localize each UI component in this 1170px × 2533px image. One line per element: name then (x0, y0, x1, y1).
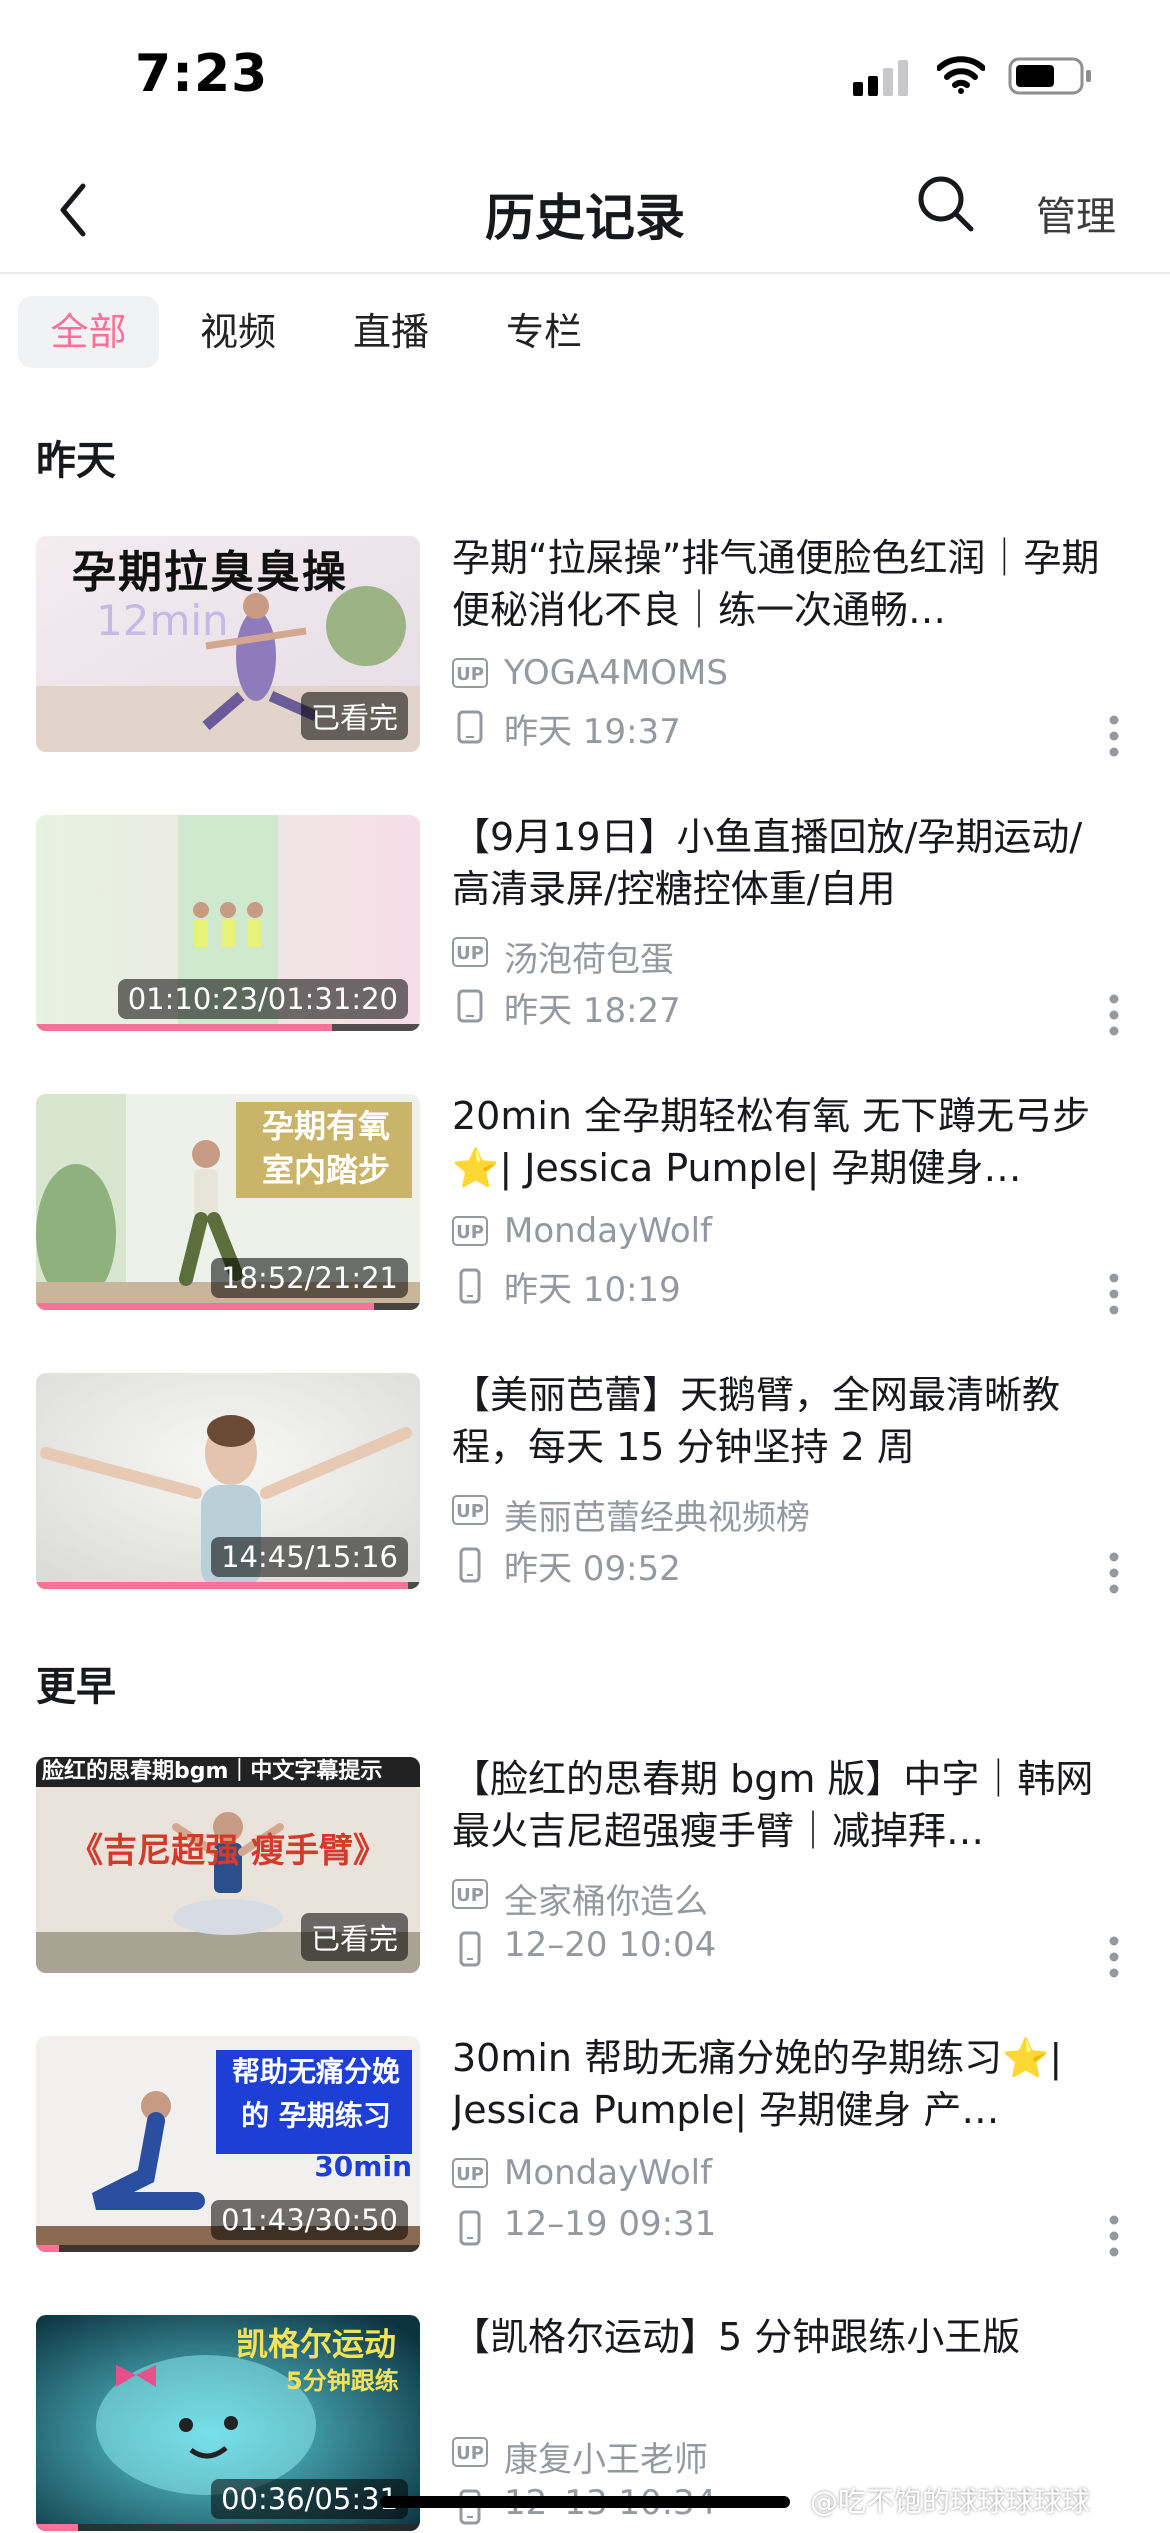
uploader-name: YOGA4MOMS (504, 653, 728, 693)
video-title[interactable]: 20min 全孕期轻松有氧 无下蹲无弓步⭐| Jessica Pumple| 孕… (452, 1090, 1117, 1194)
uploader-name: MondayWolf (504, 1211, 713, 1251)
page-title: 历史记录 (485, 189, 685, 247)
thumbnail-subcaption: 30min (314, 2150, 412, 2183)
history-item[interactable]: 01:10:23/01:31:20 【9月19日】小鱼直播回放/孕期运动/高清录… (0, 815, 1170, 1036)
section-title-yesterday: 昨天 (36, 438, 116, 484)
progress-bar (36, 2245, 420, 2252)
video-title[interactable]: 【脸红的思春期 bgm 版】中字｜韩网最火吉尼超强瘦手臂｜减掉拜… (452, 1753, 1117, 1857)
phone-icon (459, 1268, 481, 1304)
more-options-icon[interactable] (1108, 714, 1120, 758)
watch-time: 昨天 18:27 (504, 991, 681, 1031)
thumbnail-subcaption: 5分钟跟练 (286, 2367, 399, 2395)
watch-time: 昨天 19:37 (504, 712, 681, 752)
phone-icon (459, 1547, 481, 1583)
history-item[interactable]: 脸红的思春期bgm｜中文字幕提示 《吉尼超强 瘦手臂》 已看完 【脸红的思春期 … (0, 1757, 1170, 1978)
phone-icon (459, 2210, 481, 2246)
history-item[interactable]: 孕期有氧 室内踏步 18:52/21:21 20min 全孕期轻松有氧 无下蹲无… (0, 1094, 1170, 1315)
progress-time-badge: 01:43/30:50 (211, 2200, 408, 2240)
up-badge-icon: UP (452, 1879, 488, 1909)
up-badge-icon: UP (452, 1495, 488, 1525)
cellular-signal-icon (853, 60, 908, 96)
more-options-icon[interactable] (1108, 1551, 1120, 1595)
battery-icon (1008, 57, 1091, 95)
video-title[interactable]: 30min 帮助无痛分娩的孕期练习⭐| Jessica Pumple| 孕期健身… (452, 2032, 1117, 2136)
wifi-icon (937, 56, 985, 94)
section-title-earlier: 更早 (36, 1664, 116, 1710)
progress-fill (36, 1582, 409, 1589)
up-badge-icon: UP (452, 2437, 488, 2467)
video-thumbnail[interactable]: 凯格尔运动 5分钟跟练 00:36/05:31 (36, 2315, 420, 2531)
progress-fill (36, 2245, 60, 2252)
search-icon[interactable] (915, 173, 977, 235)
more-options-icon[interactable] (1108, 1935, 1120, 1979)
thumbnail-banner: 脸红的思春期bgm｜中文字幕提示 (42, 1759, 383, 1784)
home-indicator[interactable] (380, 2496, 790, 2508)
history-item[interactable]: 帮助无痛分娩的 孕期练习 30min 01:43/30:50 30min 帮助无… (0, 2036, 1170, 2257)
progress-bar (36, 2524, 420, 2531)
tablet-icon (457, 710, 483, 744)
watermark: @吃不饱的球球球球球 (810, 2485, 1091, 2518)
progress-bar (36, 1303, 420, 1310)
uploader-name: 康复小王老师 (504, 2440, 708, 2480)
tab-all[interactable]: 全部 (18, 296, 159, 368)
video-thumbnail[interactable]: 孕期有氧 室内踏步 18:52/21:21 (36, 1094, 420, 1310)
thumbnail-subcaption: 12min (96, 596, 229, 645)
history-item[interactable]: 孕期拉臭臭操 12min 已看完 孕期“拉屎操”排气通便脸色红润｜孕期便秘消化不… (0, 536, 1170, 757)
more-options-icon[interactable] (1108, 993, 1120, 1037)
thumbnail-caption: 凯格尔运动 (236, 2325, 397, 2363)
watch-time: 昨天 10:19 (504, 1270, 681, 1310)
tab-live[interactable]: 直播 (331, 296, 451, 368)
video-title[interactable]: 【凯格尔运动】5 分钟跟练小王版 (452, 2311, 1117, 2363)
tab-video[interactable]: 视频 (178, 296, 298, 368)
video-thumbnail[interactable]: 孕期拉臭臭操 12min 已看完 (36, 536, 420, 752)
status-bar: 7:23 (0, 0, 1170, 150)
video-title[interactable]: 【9月19日】小鱼直播回放/孕期运动/高清录屏/控糖控体重/自用 (452, 811, 1117, 915)
more-options-icon[interactable] (1108, 1272, 1120, 1316)
video-title[interactable]: 【美丽芭蕾】天鹅臂，全网最清晰教程，每天 15 分钟坚持 2 周 (452, 1369, 1117, 1473)
up-badge-icon: UP (452, 1216, 488, 1246)
watch-time: 12–20 10:04 (504, 1925, 717, 1965)
watched-badge: 已看完 (300, 692, 408, 740)
up-badge-icon: UP (452, 658, 488, 688)
phone-icon (459, 1931, 481, 1967)
progress-time-badge: 14:45/15:16 (211, 1537, 408, 1577)
video-thumbnail[interactable]: 脸红的思春期bgm｜中文字幕提示 《吉尼超强 瘦手臂》 已看完 (36, 1757, 420, 1973)
manage-button[interactable]: 管理 (1036, 184, 1116, 242)
watched-badge: 已看完 (300, 1913, 408, 1961)
video-thumbnail[interactable]: 14:45/15:16 (36, 1373, 420, 1589)
progress-fill (36, 1303, 374, 1310)
video-thumbnail[interactable]: 帮助无痛分娩的 孕期练习 30min 01:43/30:50 (36, 2036, 420, 2252)
history-item[interactable]: 14:45/15:16 【美丽芭蕾】天鹅臂，全网最清晰教程，每天 15 分钟坚持… (0, 1373, 1170, 1594)
progress-fill (36, 1024, 332, 1031)
progress-time-badge: 18:52/21:21 (211, 1258, 408, 1298)
tablet-icon (457, 989, 483, 1023)
uploader-name: 汤泡荷包蛋 (504, 940, 674, 980)
video-thumbnail[interactable]: 01:10:23/01:31:20 (36, 815, 420, 1031)
status-time: 7:23 (135, 44, 269, 104)
up-badge-icon: UP (452, 937, 488, 967)
watch-time: 12–19 09:31 (504, 2204, 717, 2244)
up-badge-icon: UP (452, 2158, 488, 2188)
thumbnail-caption: 《吉尼超强 瘦手臂》 (69, 1831, 387, 1871)
tab-column[interactable]: 专栏 (484, 296, 604, 368)
nav-bar: 历史记录 管理 (0, 150, 1170, 274)
video-title[interactable]: 孕期“拉屎操”排气通便脸色红润｜孕期便秘消化不良｜练一次通畅… (452, 532, 1117, 636)
thumbnail-caption: 孕期有氧 室内踏步 (261, 1107, 390, 1189)
progress-fill (36, 2524, 79, 2531)
thumbnail-caption: 帮助无痛分娩的 孕期练习 (231, 2055, 400, 2132)
uploader-name: MondayWolf (504, 2153, 713, 2193)
more-options-icon[interactable] (1108, 2214, 1120, 2258)
progress-time-badge: 00:36/05:31 (211, 2479, 408, 2519)
watch-time: 昨天 09:52 (504, 1549, 681, 1589)
category-tabs: 全部 视频 直播 专栏 (18, 296, 1168, 368)
uploader-name: 美丽芭蕾经典视频榜 (504, 1498, 810, 1538)
progress-bar (36, 1582, 420, 1589)
progress-time-badge: 01:10:23/01:31:20 (117, 979, 408, 1019)
thumbnail-caption: 孕期拉臭臭操 (72, 547, 348, 598)
uploader-name: 全家桶你造么 (504, 1882, 708, 1922)
progress-bar (36, 1024, 420, 1031)
